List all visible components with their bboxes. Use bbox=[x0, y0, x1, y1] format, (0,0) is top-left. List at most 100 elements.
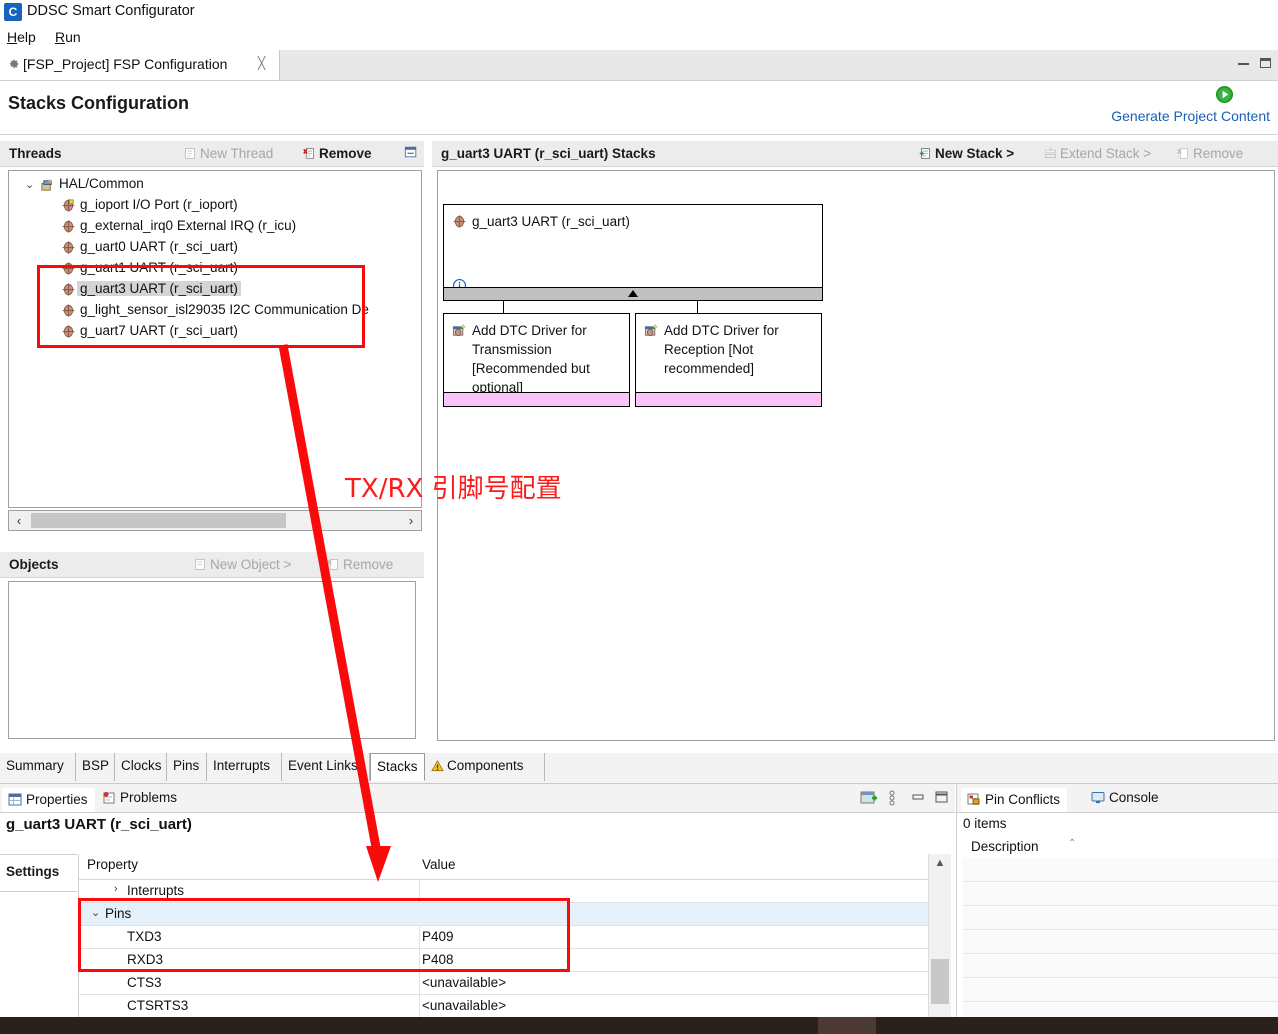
extend-stack-label: Extend Stack > bbox=[1060, 146, 1152, 161]
scrollbar-thumb[interactable] bbox=[31, 513, 286, 528]
remove-object-button[interactable]: Remove bbox=[327, 557, 393, 572]
stack-box-optional-footer bbox=[636, 392, 821, 406]
remove-stack-button[interactable]: Remove bbox=[1177, 146, 1243, 161]
table-row[interactable]: RXD3 P408 bbox=[79, 949, 929, 972]
table-row[interactable] bbox=[963, 954, 1278, 978]
properties-settings-tab[interactable]: Settings bbox=[0, 854, 77, 892]
close-icon[interactable]: ╳ bbox=[258, 57, 271, 70]
properties-vertical-scrollbar[interactable]: ▲ ▼ bbox=[928, 854, 951, 1034]
chevron-right-icon[interactable]: › bbox=[114, 883, 118, 895]
scroll-up-arrow-icon[interactable]: ▲ bbox=[929, 854, 951, 872]
editor-tab-fsp-configuration[interactable]: [FSP_Project] FSP Configuration ╳ bbox=[0, 50, 280, 80]
chevron-down-icon[interactable]: ⌄ bbox=[25, 178, 37, 191]
stack-box-label: Add DTC Driver for Reception [Not recomm… bbox=[664, 323, 779, 376]
module-icon bbox=[61, 261, 76, 276]
threads-horizontal-scrollbar[interactable]: ‹ › bbox=[8, 510, 422, 531]
problems-icon bbox=[102, 791, 116, 804]
table-row[interactable] bbox=[963, 978, 1278, 1002]
tab-pins[interactable]: Pins bbox=[167, 753, 207, 781]
stack-box-expander-footer[interactable] bbox=[444, 287, 822, 300]
collapse-all-icon[interactable] bbox=[404, 145, 418, 162]
module-icon bbox=[61, 198, 76, 213]
stacks-canvas[interactable]: g_uart3 UART (r_sci_uart) Add DTC Driver… bbox=[437, 170, 1275, 741]
objects-panel-header: Objects New Object > Remove bbox=[0, 552, 424, 578]
tree-item-hal-common[interactable]: ⌄ HAL/Common bbox=[9, 174, 144, 195]
objects-list[interactable] bbox=[8, 581, 416, 739]
add-module-icon bbox=[644, 323, 659, 338]
settings-tab-label: Settings bbox=[6, 864, 60, 879]
menu-item-run[interactable]: Run bbox=[55, 29, 81, 45]
column-header-property: Property bbox=[87, 857, 139, 872]
property-name: RXD3 bbox=[127, 952, 164, 967]
tree-item-label: HAL/Common bbox=[59, 176, 144, 191]
scrollbar-thumb[interactable] bbox=[931, 959, 949, 1004]
maximize-icon[interactable] bbox=[1258, 57, 1274, 71]
tab-pin-conflicts[interactable]: Pin Conflicts bbox=[961, 786, 1068, 812]
new-thread-label: New Thread bbox=[200, 146, 274, 161]
scroll-left-arrow-icon[interactable]: ‹ bbox=[11, 512, 27, 529]
add-module-icon bbox=[452, 323, 467, 338]
tab-interrupts[interactable]: Interrupts bbox=[207, 753, 282, 781]
table-row[interactable] bbox=[963, 930, 1278, 954]
properties-icon bbox=[8, 793, 22, 806]
generate-project-content-link[interactable]: Generate Project Content bbox=[1111, 108, 1270, 124]
tree-item-label: g_external_irq0 External IRQ (r_icu) bbox=[80, 218, 297, 233]
taskbar-active-item[interactable] bbox=[818, 1017, 876, 1034]
tab-console[interactable]: Console bbox=[1085, 786, 1166, 812]
property-name: TXD3 bbox=[127, 929, 162, 944]
tab-event-links[interactable]: Event Links bbox=[282, 753, 370, 781]
tab-components[interactable]: Components bbox=[425, 753, 545, 781]
properties-table[interactable]: Property Value › Interrupts ⌄ Pins TXD3 … bbox=[78, 854, 929, 1034]
new-thread-button[interactable]: New Thread bbox=[184, 146, 273, 161]
tab-summary[interactable]: Summary bbox=[0, 753, 76, 781]
tab-properties-label: Properties bbox=[26, 792, 88, 807]
pin-conflicts-view: Pin Conflicts Console 0 items Descriptio… bbox=[956, 784, 1278, 1034]
pin-conflicts-table-header[interactable]: Description ⌃ bbox=[963, 836, 1278, 859]
table-row[interactable]: ⌄ Pins bbox=[79, 903, 929, 926]
table-row[interactable]: › Interrupts bbox=[79, 880, 929, 903]
menu-item-help[interactable]: Help bbox=[7, 29, 36, 45]
module-icon bbox=[61, 282, 76, 297]
tab-clocks[interactable]: Clocks bbox=[115, 753, 167, 781]
table-row[interactable]: CTS3 <unavailable> bbox=[79, 972, 929, 995]
tree-item-label: g_ioport I/O Port (r_ioport) bbox=[80, 197, 238, 212]
view-menu-icon[interactable] bbox=[888, 790, 896, 809]
property-value[interactable]: P408 bbox=[422, 952, 454, 967]
tab-stacks[interactable]: Stacks bbox=[370, 753, 425, 781]
table-row[interactable] bbox=[963, 858, 1278, 882]
pin-conflicts-table[interactable]: Description ⌃ bbox=[963, 836, 1278, 1026]
window-titlebar: C DDSC Smart Configurator bbox=[0, 0, 1278, 25]
stack-box-add-dtc-transmission[interactable]: Add DTC Driver for Transmission [Recomme… bbox=[443, 313, 630, 407]
minimize-icon[interactable] bbox=[1236, 57, 1252, 71]
minimize-view-icon[interactable] bbox=[910, 790, 926, 807]
threads-panel-header: Threads New Thread Remove bbox=[0, 141, 424, 167]
properties-title: g_uart3 UART (r_sci_uart) bbox=[6, 816, 192, 833]
remove-thread-button[interactable]: Remove bbox=[303, 146, 372, 161]
stack-box-optional-footer bbox=[444, 392, 629, 406]
tree-item-label: g_uart3 UART (r_sci_uart) bbox=[77, 281, 241, 296]
stack-box-add-dtc-reception[interactable]: Add DTC Driver for Reception [Not recomm… bbox=[635, 313, 822, 407]
tab-problems[interactable]: Problems bbox=[96, 786, 184, 812]
property-value[interactable]: P409 bbox=[422, 929, 454, 944]
table-row[interactable]: TXD3 P409 bbox=[79, 926, 929, 949]
stacks-title: g_uart3 UART (r_sci_uart) Stacks bbox=[441, 146, 656, 161]
chevron-down-icon[interactable]: ⌄ bbox=[91, 906, 100, 919]
new-stack-button[interactable]: New Stack > bbox=[919, 146, 1014, 161]
sort-ascending-icon: ⌃ bbox=[1068, 838, 1077, 849]
tab-properties[interactable]: Properties bbox=[2, 786, 95, 812]
tab-bsp[interactable]: BSP bbox=[76, 753, 115, 781]
scroll-right-arrow-icon[interactable]: › bbox=[403, 512, 419, 529]
stack-box-g-uart3[interactable]: g_uart3 UART (r_sci_uart) bbox=[443, 204, 823, 301]
extend-stack-button[interactable]: Extend Stack > bbox=[1044, 146, 1151, 161]
new-object-button[interactable]: New Object > bbox=[194, 557, 291, 572]
new-view-icon[interactable] bbox=[860, 790, 878, 809]
remove-thread-label: Remove bbox=[319, 146, 372, 161]
editor-tab-label: [FSP_Project] FSP Configuration bbox=[23, 56, 228, 72]
table-row[interactable] bbox=[963, 906, 1278, 930]
maximize-view-icon[interactable] bbox=[933, 790, 949, 807]
property-name: CTSRTS3 bbox=[127, 998, 189, 1013]
table-row[interactable] bbox=[963, 882, 1278, 906]
table-row[interactable]: CTSRTS3 <unavailable> bbox=[79, 995, 929, 1018]
green-play-icon[interactable] bbox=[1215, 85, 1234, 104]
threads-tree[interactable]: ⌄ HAL/Common g_ioport I/O Port (r_ioport… bbox=[8, 170, 422, 508]
